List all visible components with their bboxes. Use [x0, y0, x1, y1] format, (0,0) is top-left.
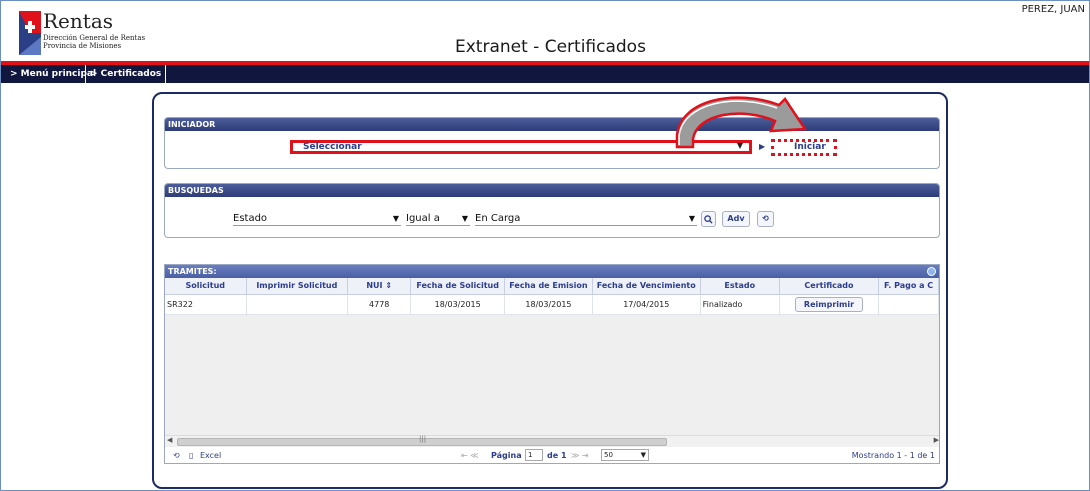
col-certificado[interactable]: Certificado	[779, 278, 880, 295]
page-size-select[interactable]: 50 ▼	[601, 449, 649, 461]
tramites-table: Solicitud Imprimir Solicitud NUI ⇕ Fecha…	[165, 278, 939, 315]
search-value-value: En Carga	[475, 213, 521, 224]
records-info: Mostrando 1 - 1 de 1	[851, 451, 935, 460]
busquedas-section: BUSQUEDAS Estado ▼ Igual a ▼ En Carga ▼ …	[164, 183, 940, 238]
refresh-icon: ⟲	[762, 214, 769, 223]
search-value-select[interactable]: En Carga ▼	[475, 212, 697, 226]
tramites-title-bar: TRAMITES:	[165, 265, 939, 278]
search-field-select[interactable]: Estado ▼	[233, 212, 401, 226]
cell-imprimir	[246, 294, 349, 315]
page-title: Extranet - Certificados	[455, 37, 646, 57]
chevron-down-icon: ▼	[640, 451, 646, 459]
iniciador-title: INICIADOR	[165, 118, 939, 131]
header: Rentas Dirección General de Rentas Provi…	[1, 1, 1089, 61]
reimprimir-button[interactable]: Reimprimir	[794, 296, 864, 312]
excel-export-link[interactable]: Excel	[200, 451, 221, 460]
iniciador-select-value: Seleccionar	[303, 142, 362, 152]
cell-nui: 4778	[347, 294, 412, 315]
rentas-logo-icon	[19, 11, 41, 55]
horizontal-scrollbar[interactable]: ◀ ||| ▶	[165, 435, 939, 447]
chevron-down-icon: ▼	[688, 214, 695, 223]
col-fecha-solicitud[interactable]: Fecha de Solicitud	[410, 278, 506, 295]
rentas-logo: Rentas Dirección General de Rentas Provi…	[19, 9, 149, 55]
search-button[interactable]	[701, 211, 716, 227]
tramites-title: TRAMITES:	[168, 267, 217, 276]
nav-certificados[interactable]: > Certificados	[85, 65, 167, 83]
col-f-pago[interactable]: F. Pago a C	[878, 278, 939, 295]
main-panel: INICIADOR Seleccionar ▼ ▶ Iniciar BUSQUE…	[152, 92, 948, 489]
col-nui[interactable]: NUI ⇕	[347, 278, 412, 295]
pagina-label: Página	[491, 451, 522, 460]
iniciador-section: INICIADOR Seleccionar ▼ ▶ Iniciar	[164, 117, 940, 169]
cell-fecha-vencimiento: 17/04/2015	[592, 294, 701, 315]
table-row[interactable]: SR322 4778 18/03/2015 18/03/2015 17/04/2…	[165, 294, 939, 315]
refresh-icon[interactable]: ⟲	[173, 451, 180, 460]
scroll-right-icon[interactable]: ▶	[934, 436, 939, 444]
col-estado[interactable]: Estado	[700, 278, 780, 295]
cell-certificado: Reimprimir	[779, 294, 880, 315]
pager: ⟲ ▯ Excel ⇤ ≪ Página 1 de 1 ≫ ⇥ 50 ▼ Mos…	[165, 448, 939, 463]
chevron-down-icon: ▼	[392, 214, 399, 223]
breadcrumb: > Menú principal > Certificados	[1, 65, 1089, 83]
first-prev-page-icon[interactable]: ⇤ ≪	[461, 451, 479, 460]
advanced-search-button[interactable]: Adv	[722, 211, 750, 227]
logo-title: Rentas	[43, 9, 113, 33]
document-icon[interactable]: ▯	[189, 451, 193, 460]
col-fecha-emision[interactable]: Fecha de Emision	[504, 278, 593, 295]
logo-subtitle: Dirección General de Rentas	[43, 34, 146, 42]
refresh-button[interactable]: ⟲	[757, 211, 774, 227]
page-input[interactable]: 1	[525, 449, 543, 461]
col-fecha-vencimiento[interactable]: Fecha de Vencimiento	[592, 278, 701, 295]
next-last-page-icon[interactable]: ≫ ⇥	[571, 451, 589, 460]
col-imprimir-solicitud[interactable]: Imprimir Solicitud	[246, 278, 349, 295]
collapse-icon[interactable]	[927, 267, 936, 276]
page-count: de 1	[547, 451, 567, 460]
col-solicitud[interactable]: Solicitud	[165, 278, 247, 295]
logo-subtitle-province: Provincia de Misiones	[43, 42, 122, 50]
tramites-grid: TRAMITES: Solicitud Imprimir Solicitud N…	[164, 264, 940, 464]
scrollbar-grip-icon: |||	[419, 435, 427, 443]
busquedas-title: BUSQUEDAS	[165, 184, 939, 197]
browser-frame: Rentas Dirección General de Rentas Provi…	[0, 0, 1090, 491]
curved-arrow-icon	[675, 96, 808, 149]
search-field-value: Estado	[233, 213, 268, 224]
cell-solicitud: SR322	[165, 294, 247, 315]
grid-empty-area	[165, 315, 939, 435]
page-size-value: 50	[604, 451, 613, 459]
cell-estado: Finalizado	[700, 294, 780, 315]
cell-fecha-solicitud: 18/03/2015	[410, 294, 506, 315]
cell-f-pago	[878, 294, 939, 315]
chevron-down-icon: ▼	[461, 214, 468, 223]
search-operator-value: Igual a	[406, 213, 440, 224]
search-icon	[704, 215, 713, 224]
search-operator-select[interactable]: Igual a ▼	[406, 212, 470, 226]
cell-fecha-emision: 18/03/2015	[504, 294, 593, 315]
table-header-row: Solicitud Imprimir Solicitud NUI ⇕ Fecha…	[165, 278, 939, 295]
scroll-left-icon[interactable]: ◀	[167, 436, 172, 444]
user-name: PEREZ, JUAN	[1021, 4, 1085, 15]
